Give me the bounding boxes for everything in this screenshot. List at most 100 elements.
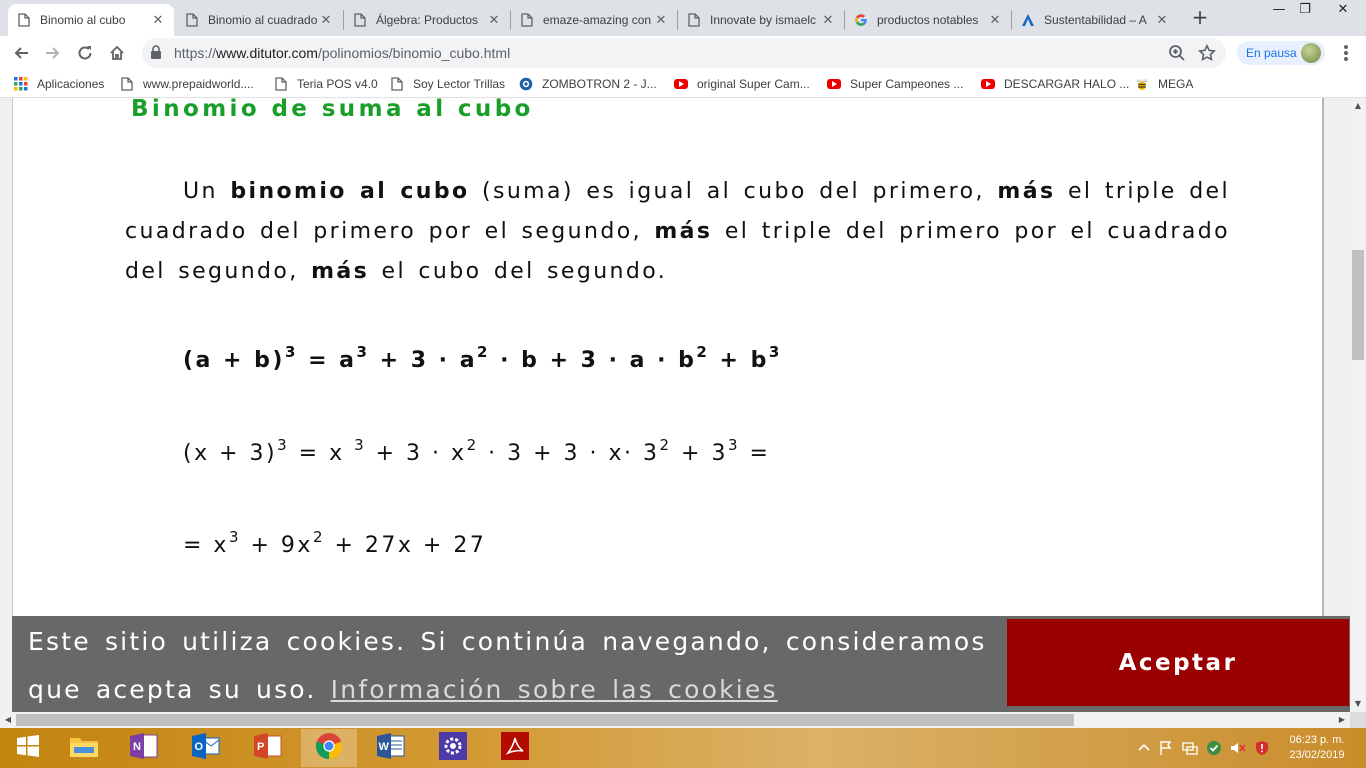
chrome-button[interactable] <box>301 729 357 767</box>
bookmark-prepaidworld[interactable]: www.prepaidworld.... <box>120 76 254 92</box>
vertical-scrollbar[interactable]: ▲ ▼ <box>1350 98 1366 712</box>
formula-part: (a + b) <box>183 348 285 373</box>
bookmark-original-super-campeones[interactable]: original Super Cam... <box>674 76 810 92</box>
tab-title: productos notables <box>877 13 979 27</box>
google-icon <box>853 12 869 28</box>
svg-text:P: P <box>257 741 264 753</box>
bookmark-super-campeones[interactable]: Super Campeones ... <box>827 76 963 92</box>
bookmark-teria-pos[interactable]: Teria POS v4.0 <box>274 76 378 92</box>
back-icon[interactable] <box>8 40 34 66</box>
globe-icon <box>519 77 533 91</box>
home-icon[interactable] <box>104 40 130 66</box>
start-button[interactable] <box>0 729 56 767</box>
lock-icon[interactable] <box>150 45 162 64</box>
tab-title: Álgebra: Productos <box>376 13 479 27</box>
windows-taskbar: N O P W 06:23 p. m. 23/02/2019 <box>0 728 1366 768</box>
formula-part: (x + 3) <box>183 441 278 466</box>
zoom-icon[interactable] <box>1168 44 1186 66</box>
bookmark-star-icon[interactable] <box>1198 43 1216 66</box>
action-center-flag-icon[interactable] <box>1158 740 1174 756</box>
tab-algebra-productos[interactable]: Álgebra: Productos ✕ <box>344 4 510 36</box>
reload-icon[interactable] <box>72 40 98 66</box>
bookmark-soy-lector[interactable]: Soy Lector Trillas <box>390 76 505 92</box>
formula-exponent: 3 <box>277 435 290 454</box>
paragraph-text: (suma) es igual al cubo del primero, <box>469 179 998 204</box>
bookmark-descargar-halo[interactable]: DESCARGAR HALO ... <box>981 76 1129 92</box>
formula-part: + 27x + 27 <box>324 533 487 558</box>
close-icon[interactable]: ✕ <box>653 12 669 28</box>
tab-productos-notables[interactable]: productos notables ✕ <box>845 4 1011 36</box>
tab-title: emaze-amazing con <box>543 13 652 27</box>
svg-text:W: W <box>379 741 390 753</box>
close-icon[interactable]: ✕ <box>820 12 836 28</box>
window-close-icon[interactable]: ✕ <box>1320 0 1366 22</box>
horizontal-scrollbar[interactable]: ◀ ▶ <box>0 712 1350 728</box>
word-icon: W <box>376 732 406 764</box>
file-explorer-icon <box>69 733 99 763</box>
scroll-down-icon[interactable]: ▼ <box>1350 696 1366 712</box>
horizontal-scroll-thumb[interactable] <box>16 714 1074 726</box>
close-icon[interactable]: ✕ <box>318 12 334 28</box>
close-icon[interactable]: ✕ <box>150 12 166 28</box>
tab-binomio-al-cuadrado[interactable]: Binomio al cuadrado ✕ <box>176 4 342 36</box>
outlook-button[interactable]: O <box>178 729 234 767</box>
onenote-icon: N <box>129 732 159 764</box>
menu-dots-icon[interactable] <box>1338 41 1354 65</box>
bookmark-label: MEGA <box>1158 77 1194 91</box>
volume-muted-icon[interactable] <box>1230 740 1246 756</box>
example-formula-expansion: (x + 3)3 = x 3 + 3 · x2 · 3 + 3 · x· 32 … <box>183 437 770 466</box>
tab-title: Sustentabilidad – A <box>1044 13 1147 27</box>
section-heading: Binomio de suma al cubo <box>131 98 534 122</box>
onenote-button[interactable]: N <box>116 729 172 767</box>
avatar[interactable] <box>1301 43 1321 63</box>
formula-part: + 9x <box>241 533 313 558</box>
address-bar[interactable]: https://www.ditutor.com/polinomios/binom… <box>142 38 1226 68</box>
bookmark-mega[interactable]: MEGA <box>1135 76 1193 92</box>
network-icon[interactable] <box>1182 740 1198 756</box>
cookie-message: Este sitio utiliza cookies. Si continúa … <box>28 618 992 712</box>
cookie-info-link[interactable]: Información sobre las cookies <box>331 675 778 704</box>
clock-date: 23/02/2019 <box>1289 749 1345 761</box>
acrobat-button[interactable] <box>487 729 543 767</box>
new-tab-button[interactable]: + <box>1188 6 1212 30</box>
formula-exponent: 2 <box>312 527 325 546</box>
powerpoint-icon: P <box>253 732 283 764</box>
security-check-icon[interactable] <box>1206 740 1222 756</box>
close-icon[interactable]: ✕ <box>1154 12 1170 28</box>
bookmarks-bar: Aplicaciones www.prepaidworld.... Teria … <box>0 70 1366 98</box>
bee-icon <box>1135 77 1149 91</box>
settings-button[interactable] <box>425 729 481 767</box>
file-explorer-button[interactable] <box>56 729 112 767</box>
forward-icon[interactable] <box>40 40 66 66</box>
bookmark-apps[interactable]: Aplicaciones <box>14 76 104 92</box>
word-button[interactable]: W <box>363 729 419 767</box>
url-text[interactable]: https://www.ditutor.com/polinomios/binom… <box>174 45 510 61</box>
paragraph-text: Un <box>183 179 231 204</box>
tab-sustentabilidad[interactable]: Sustentabilidad – A ✕ <box>1012 4 1178 36</box>
formula-exponent: 3 <box>768 342 782 361</box>
scroll-right-icon[interactable]: ▶ <box>1334 712 1350 728</box>
paragraph-bold: más <box>654 219 713 244</box>
tab-innovate[interactable]: Innovate by ismaelc ✕ <box>678 4 844 36</box>
vertical-scroll-thumb[interactable] <box>1352 250 1364 360</box>
scroll-left-icon[interactable]: ◀ <box>0 712 16 728</box>
antivirus-alert-icon[interactable] <box>1254 740 1270 756</box>
close-icon[interactable]: ✕ <box>486 12 502 28</box>
scroll-up-icon[interactable]: ▲ <box>1350 98 1366 114</box>
accept-cookies-button[interactable]: Aceptar <box>1007 619 1349 706</box>
url-scheme: https:// <box>174 45 217 61</box>
definition-paragraph: Un binomio al cubo (suma) es igual al cu… <box>125 172 1230 292</box>
paragraph-text: el cubo del segundo. <box>369 259 668 284</box>
system-clock[interactable]: 06:23 p. m. 23/02/2019 <box>1282 733 1352 763</box>
example-formula-result: = x3 + 9x2 + 27x + 27 <box>183 529 487 558</box>
tab-emaze[interactable]: emaze-amazing con ✕ <box>511 4 677 36</box>
tab-title: Innovate by ismaelc <box>710 13 817 27</box>
tab-binomio-al-cubo[interactable]: Binomio al cubo ✕ <box>8 4 174 36</box>
bookmark-zombotron[interactable]: ZOMBOTRON 2 - J... <box>519 76 657 92</box>
powerpoint-button[interactable]: P <box>240 729 296 767</box>
formula-part: + 3 <box>671 441 728 466</box>
page-viewport[interactable]: Binomio de suma al cubo Un binomio al cu… <box>0 98 1350 712</box>
close-icon[interactable]: ✕ <box>987 12 1003 28</box>
a-logo-icon <box>1020 12 1036 28</box>
tray-expand-icon[interactable] <box>1136 740 1152 756</box>
